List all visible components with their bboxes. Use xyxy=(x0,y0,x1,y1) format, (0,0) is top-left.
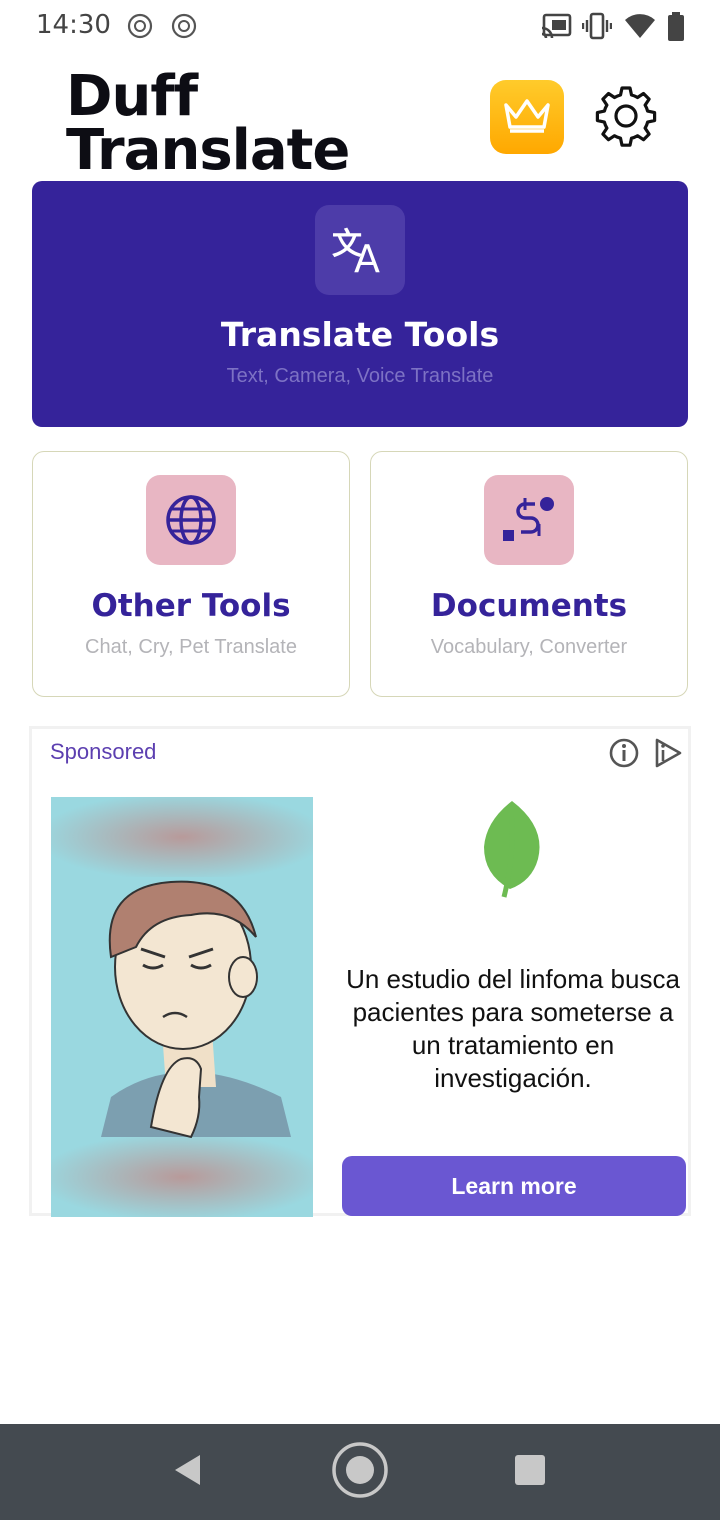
wifi-icon xyxy=(624,12,656,45)
translate-tools-title: Translate Tools xyxy=(220,315,500,354)
documents-card[interactable]: Documents Vocabulary, Converter xyxy=(370,451,688,697)
translate-icon: 文 A xyxy=(315,205,405,295)
settings-button[interactable] xyxy=(590,84,662,152)
vibrate-icon xyxy=(581,12,613,45)
documents-subtitle: Vocabulary, Converter xyxy=(430,636,628,658)
sponsored-label: Sponsored xyxy=(50,739,157,764)
back-icon xyxy=(172,1453,204,1492)
notification-icon xyxy=(126,12,154,45)
recents-icon xyxy=(514,1454,546,1491)
leaf-logo-icon xyxy=(476,797,548,901)
recents-button[interactable] xyxy=(490,1424,570,1520)
home-icon xyxy=(331,1441,389,1504)
globe-icon xyxy=(146,475,236,565)
learn-more-button[interactable]: Learn more xyxy=(342,1156,686,1216)
other-tools-subtitle: Chat, Cry, Pet Translate xyxy=(85,636,297,658)
translate-tools-card[interactable]: 文 A Translate Tools Text, Camera, Voice … xyxy=(32,181,688,427)
navigation-bar xyxy=(0,1424,720,1520)
crown-icon xyxy=(500,95,554,140)
home-button[interactable] xyxy=(320,1424,400,1520)
other-tools-card[interactable]: Other Tools Chat, Cry, Pet Translate xyxy=(32,451,350,697)
app-title-line1: Duff xyxy=(66,64,198,129)
gear-icon xyxy=(594,84,658,153)
info-icon[interactable] xyxy=(608,737,640,769)
app-title: Duff Translate xyxy=(66,64,406,183)
route-icon xyxy=(484,475,574,565)
cast-icon xyxy=(540,12,572,45)
sponsored-ad[interactable]: Sponsored Un estudio del linfoma busca p… xyxy=(29,726,691,1217)
status-bar: 14:30 xyxy=(0,0,720,56)
battery-icon xyxy=(666,12,686,47)
app-title-line2: Translate xyxy=(66,118,350,183)
translate-tools-subtitle: Text, Camera, Voice Translate xyxy=(226,365,494,387)
other-tools-title: Other Tools xyxy=(91,588,291,624)
status-time: 14:30 xyxy=(36,10,111,40)
premium-button[interactable] xyxy=(490,80,564,154)
back-button[interactable] xyxy=(148,1424,228,1520)
svg-text:A: A xyxy=(354,237,380,276)
ad-choices-icon[interactable] xyxy=(652,737,684,769)
ad-text: Un estudio del linfoma busca pacientes p… xyxy=(346,964,680,1093)
ad-image[interactable] xyxy=(51,797,313,1217)
documents-title: Documents xyxy=(430,588,628,624)
notification-icon xyxy=(170,12,198,45)
